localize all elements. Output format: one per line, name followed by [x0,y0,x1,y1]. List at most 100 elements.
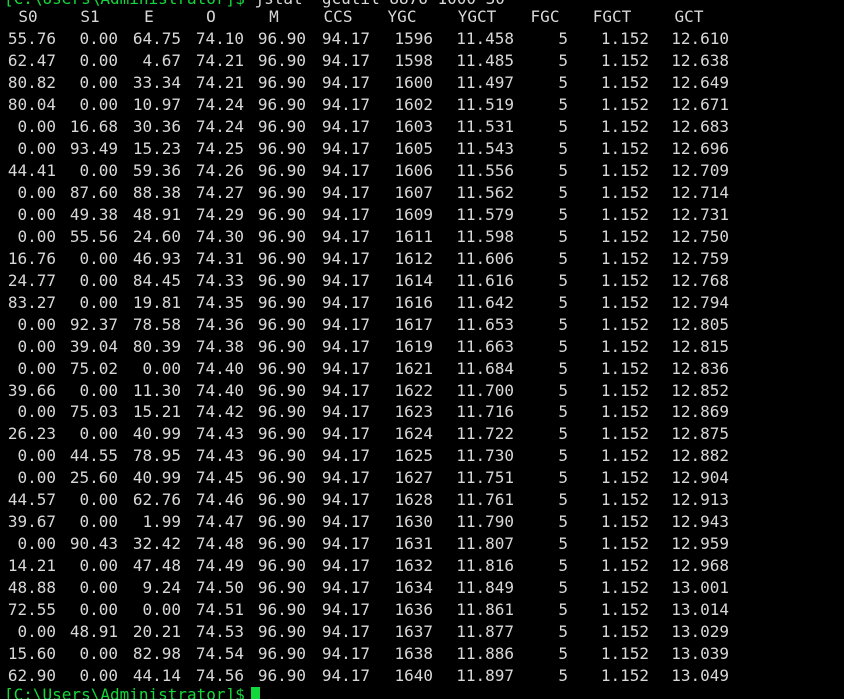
cell-s1: 0.00 [79,94,118,114]
cell-s1: 75.02 [69,358,118,378]
cell-fgct: 1.152 [600,666,649,686]
cell-ccs: 94.17 [321,600,370,620]
cell-o: 74.53 [195,622,244,642]
cell-e: 78.58 [132,314,181,334]
cell-ccs: 94.17 [321,138,370,158]
cell-e: 64.75 [132,29,181,48]
cell-fgct: 1.152 [600,534,649,554]
table-row: 16.76 0.00 46.93 74.31 96.90 94.17 1612 11.606 5… [0,248,844,270]
cell-fgct: 1.152 [600,380,649,400]
cell-s1: 39.04 [69,336,118,356]
cell-o: 74.54 [195,644,244,664]
cell-ccs: 94.17 [321,94,370,114]
cell-fgct: 1.152 [600,138,649,158]
cell-o: 74.31 [195,248,244,268]
cell-o: 74.24 [195,116,244,136]
cell-fgc: 5 [558,204,568,224]
cell-ccs: 94.17 [321,50,370,70]
cell-o: 74.43 [195,424,244,444]
cell-ccs: 94.17 [321,380,370,400]
cell-fgct: 1.152 [600,644,649,664]
table-row: 15.60 0.00 82.98 74.54 96.90 94.17 1638 11.886 5… [0,643,844,665]
cell-ccs: 94.17 [321,358,370,378]
cell-e: 4.67 [142,50,181,70]
cell-e: 15.23 [132,138,181,158]
cell-s1: 0.00 [79,29,118,48]
cell-gct: 12.794 [671,292,729,312]
table-row: 39.67 0.00 1.99 74.47 96.90 94.17 1630 11.790 5 1… [0,511,844,533]
cell-fgct: 1.152 [600,402,649,422]
cell-fgct: 1.152 [600,578,649,598]
cell-ccs: 94.17 [321,204,370,224]
cell-o: 74.35 [195,292,244,312]
column-header-gct: GCT [674,7,704,26]
cell-ccs: 94.17 [321,160,370,180]
cell-gct: 12.610 [671,29,729,48]
cell-m: 96.90 [257,226,306,246]
cell-fgc: 5 [558,138,568,158]
bottom-prompt: [C:\Users\Administrator]$ [4,685,245,699]
cell-e: 82.98 [132,644,181,664]
cell-m: 96.90 [257,622,306,642]
cell-m: 96.90 [257,534,306,554]
cell-ccs: 94.17 [321,336,370,356]
table-row: 0.00 16.68 30.36 74.24 96.90 94.17 1603 11.531 5… [0,116,844,138]
cell-ccs: 94.17 [321,29,370,48]
table-row: 0.00 44.55 78.95 74.43 96.90 94.17 1625 11.730 5… [0,445,844,467]
cell-ygc: 1622 [394,380,433,400]
cell-s1: 90.43 [69,534,118,554]
cell-e: 24.60 [132,226,181,246]
cell-fgct: 1.152 [600,468,649,488]
cell-m: 96.90 [257,468,306,488]
cell-ccs: 94.17 [321,534,370,554]
cell-m: 96.90 [257,600,306,620]
cell-fgc: 5 [558,29,568,48]
cell-fgc: 5 [558,622,568,642]
cell-fgc: 5 [558,578,568,598]
cell-s1: 16.68 [69,116,118,136]
cell-e: 20.21 [132,622,181,642]
cell-gct: 13.039 [671,644,729,664]
cell-e: 15.21 [132,402,181,422]
cell-ccs: 94.17 [321,402,370,422]
cell-m: 96.90 [257,336,306,356]
current-command-line[interactable]: [C:\Users\Administrator]$ [4,684,260,699]
cell-ccs: 94.17 [321,182,370,202]
cell-s1: 75.03 [69,402,118,422]
cell-m: 96.90 [257,248,306,268]
cell-ccs: 94.17 [321,314,370,334]
cell-s1: 0.00 [79,556,118,576]
table-row: 0.00 90.43 32.42 74.48 96.90 94.17 1631 11.807 5… [0,533,844,555]
table-row: 0.00 48.91 20.21 74.53 96.90 94.17 1637 11.877 5… [0,621,844,643]
cell-s1: 0.00 [79,424,118,444]
column-header-s1: S1 [80,7,100,26]
cell-e: 78.95 [132,446,181,466]
cell-e: 30.36 [132,116,181,136]
cell-e: 0.00 [142,600,181,620]
table-row: 39.66 0.00 11.30 74.40 96.90 94.17 1622 11.700 5… [0,380,844,402]
cell-e: 40.99 [132,468,181,488]
cell-m: 96.90 [257,402,306,422]
cell-gct: 13.029 [671,622,729,642]
cell-fgct: 1.152 [600,160,649,180]
cell-fgc: 5 [558,248,568,268]
cell-ygc: 1616 [394,292,433,312]
cell-e: 40.99 [132,424,181,444]
cell-fgct: 1.152 [600,270,649,290]
cell-gct: 12.714 [671,182,729,202]
cell-fgc: 5 [558,314,568,334]
table-row: 48.88 0.00 9.24 74.50 96.90 94.17 1634 11.849 5 1… [0,577,844,599]
cell-e: 46.93 [132,248,181,268]
column-header-row: S0 S1 E O M CCS YGC YGCT FGC FGCT GCT [0,6,844,28]
terminal-window[interactable]: [C:\Users\Administrator]$ jstat -gcutil … [0,0,844,699]
cell-gct: 12.913 [671,490,729,510]
cell-ygc: 1636 [394,600,433,620]
cell-e: 11.30 [132,380,181,400]
cell-o: 74.21 [195,72,244,92]
cell-fgc: 5 [558,226,568,246]
cell-e: 80.39 [132,336,181,356]
cell-fgc: 5 [558,336,568,356]
cell-ygc: 1621 [394,358,433,378]
cell-gct: 12.759 [671,248,729,268]
cell-s1: 49.38 [69,204,118,224]
